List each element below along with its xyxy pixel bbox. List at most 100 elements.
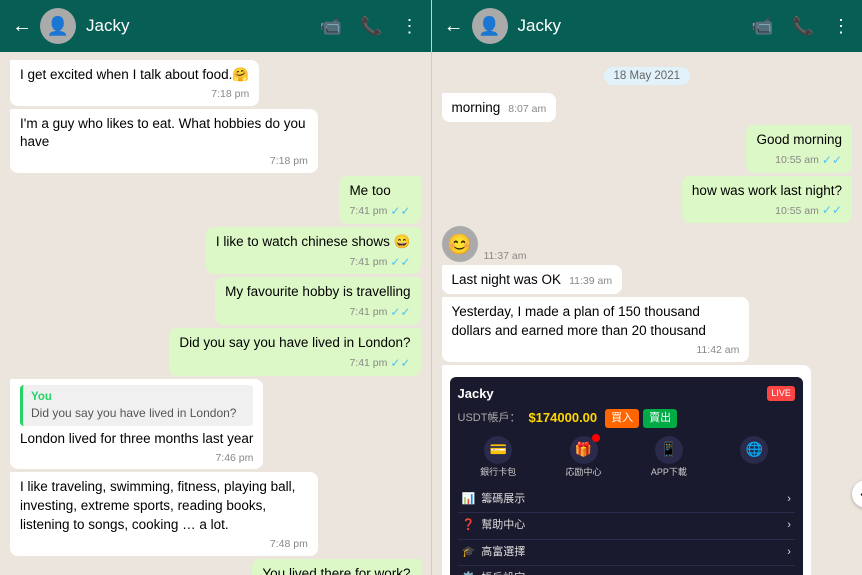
table-row: You Did you say you have lived in London… xyxy=(10,379,263,469)
video-call-icon-right[interactable]: 📹 xyxy=(751,16,773,37)
phone-icon-right[interactable]: 📞 xyxy=(792,16,814,37)
wallet-icon: 💳 xyxy=(484,436,512,464)
message-time: 10:55 am ✓✓ xyxy=(692,202,842,219)
message-text: Did you say you have lived in London? xyxy=(179,335,410,350)
menu-icon: 🎓 xyxy=(462,545,476,560)
message-time: 11:39 am xyxy=(569,274,612,289)
more-icon-right[interactable]: ⋮ xyxy=(832,16,850,37)
icon-grid: 💳 銀行卡包 🎁 応励中心 📱 APP下載 🌐 xyxy=(458,436,795,479)
quoted-message: You Did you say you have lived in London… xyxy=(20,385,253,426)
message-time: 7:46 pm xyxy=(20,451,253,466)
right-chat-panel: ← 👤 Jacky 📹 📞 ⋮ 18 May 2021 morning 8:07… xyxy=(432,0,862,575)
right-messages-container: 18 May 2021 morning 8:07 am Good morning… xyxy=(432,52,862,575)
emoji-time: 11:37 am xyxy=(484,250,527,262)
read-ticks: ✓✓ xyxy=(822,202,842,219)
message-time: 8:07 am xyxy=(508,102,546,117)
quoted-author: You xyxy=(31,389,245,405)
menu-label: 籌碼展示 xyxy=(481,492,525,507)
message-text: Last night was OK xyxy=(452,271,562,290)
balance-amount: $174000.00 xyxy=(528,409,597,427)
read-ticks: ✓✓ xyxy=(390,355,410,372)
message-text: You lived there for work? xyxy=(262,566,410,575)
list-item: 📱 APP下載 xyxy=(628,436,709,479)
message-time: 7:18 pm xyxy=(20,154,308,169)
date-divider: 18 May 2021 xyxy=(442,66,853,84)
message-text: I like to watch chinese shows 😄 xyxy=(216,234,411,249)
contact-name-right: Jacky xyxy=(518,16,752,36)
back-button-right[interactable]: ← xyxy=(444,15,464,38)
icon-label: 応励中心 xyxy=(566,466,602,479)
message-text: Good morning xyxy=(756,132,842,147)
message-text: how was work last night? xyxy=(692,183,842,198)
menu-label: 幫助中心 xyxy=(481,518,525,533)
left-chat-header: ← 👤 Jacky 📹 📞 ⋮ xyxy=(0,0,431,52)
list-item: 🌐 xyxy=(714,436,795,479)
header-icons-left: 📹 📞 ⋮ xyxy=(320,16,419,37)
menu-icon: 📊 xyxy=(462,492,476,507)
menu-item-left: ⚙️ 帳戶設定 xyxy=(462,571,526,575)
list-item: 📊 籌碼展示 › xyxy=(458,487,795,513)
table-row: how was work last night? 10:55 am ✓✓ xyxy=(682,176,852,224)
menu-label: 高富選擇 xyxy=(481,545,525,560)
message-time: 11:42 am xyxy=(452,343,740,358)
app-screenshot: Jacky LIVE USDT帳戶： $174000.00 買入 賣出 💳 xyxy=(450,377,803,575)
chevron-right-icon: › xyxy=(787,492,791,507)
globe-icon: 🌐 xyxy=(740,436,768,464)
message-time: 7:41 pm ✓✓ xyxy=(179,355,410,372)
balance-label: USDT帳戶： xyxy=(458,411,521,426)
buy-button: 買入 xyxy=(605,409,639,428)
list-item: ⚙️ 帳戶設定 › xyxy=(458,566,795,575)
rewards-icon: 🎁 xyxy=(570,436,598,464)
more-icon-left[interactable]: ⋮ xyxy=(401,16,419,37)
message-time: 7:41 pm ✓✓ xyxy=(349,203,410,220)
chevron-right-icon: › xyxy=(787,545,791,560)
menu-item-left: 🎓 高富選擇 xyxy=(462,545,526,560)
app-name: Jacky xyxy=(458,385,494,403)
message-text: I like traveling, swimming, fitness, pla… xyxy=(20,479,295,532)
table-row: Me too 7:41 pm ✓✓ xyxy=(339,176,420,224)
menu-icon: ❓ xyxy=(462,518,476,533)
table-row: I'm a guy who likes to eat. What hobbies… xyxy=(10,109,318,173)
video-call-icon-left[interactable]: 📹 xyxy=(320,16,342,37)
read-ticks: ✓✓ xyxy=(390,254,410,271)
table-row: morning 8:07 am xyxy=(442,93,557,122)
forward-button[interactable]: ↩ xyxy=(852,480,862,508)
back-button-left[interactable]: ← xyxy=(12,15,32,38)
message-text: morning xyxy=(452,99,501,118)
header-icons-right: 📹 📞 ⋮ xyxy=(751,16,850,37)
list-item: 🎁 応励中心 xyxy=(543,436,624,479)
table-row: Yesterday, I made a plan of 150 thousand… xyxy=(442,297,750,361)
menu-item-left: 📊 籌碼展示 xyxy=(462,492,526,507)
menu-label: 帳戶設定 xyxy=(481,571,525,575)
message-text: I'm a guy who likes to eat. What hobbies… xyxy=(20,116,305,150)
table-row: Jacky LIVE USDT帳戶： $174000.00 買入 賣出 💳 xyxy=(442,365,811,575)
menu-icon: ⚙️ xyxy=(462,571,476,575)
right-chat-header: ← 👤 Jacky 📹 📞 ⋮ xyxy=(432,0,862,52)
message-text: Me too xyxy=(349,183,390,198)
table-row: I get excited when I talk about food.🤗 7… xyxy=(10,60,259,106)
message-time: 7:18 pm xyxy=(20,87,249,102)
message-time: 7:48 pm xyxy=(20,537,308,552)
list-item: 🎓 高富選擇 › xyxy=(458,540,795,566)
balance-row: USDT帳戶： $174000.00 買入 賣出 xyxy=(458,409,795,428)
avatar-emoji: 😊 xyxy=(442,226,478,262)
phone-icon-left[interactable]: 📞 xyxy=(360,16,382,37)
avatar-right: 👤 xyxy=(472,8,508,44)
message-time: 10:55 am ✓✓ xyxy=(756,152,842,169)
table-row: Good morning 10:55 am ✓✓ xyxy=(746,125,852,173)
table-row: Last night was OK 11:39 am xyxy=(442,265,623,294)
read-ticks: ✓✓ xyxy=(390,203,410,220)
message-text: London lived for three months last year xyxy=(20,431,253,446)
read-ticks: ✓✓ xyxy=(822,152,842,169)
icon-label: APP下載 xyxy=(651,466,687,479)
sell-button: 賣出 xyxy=(643,409,677,428)
app-download-icon: 📱 xyxy=(655,436,683,464)
chevron-right-icon: › xyxy=(787,571,791,575)
left-messages-container: I get excited when I talk about food.🤗 7… xyxy=(0,52,431,575)
read-ticks: ✓✓ xyxy=(390,304,410,321)
chevron-right-icon: › xyxy=(787,518,791,533)
left-chat-panel: ← 👤 Jacky 📹 📞 ⋮ I get excited when I tal… xyxy=(0,0,432,575)
screenshot-message-container: Jacky LIVE USDT帳戶： $174000.00 買入 賣出 💳 xyxy=(442,365,853,575)
contact-name-left: Jacky xyxy=(86,16,320,36)
icon-label: 銀行卡包 xyxy=(480,466,516,479)
